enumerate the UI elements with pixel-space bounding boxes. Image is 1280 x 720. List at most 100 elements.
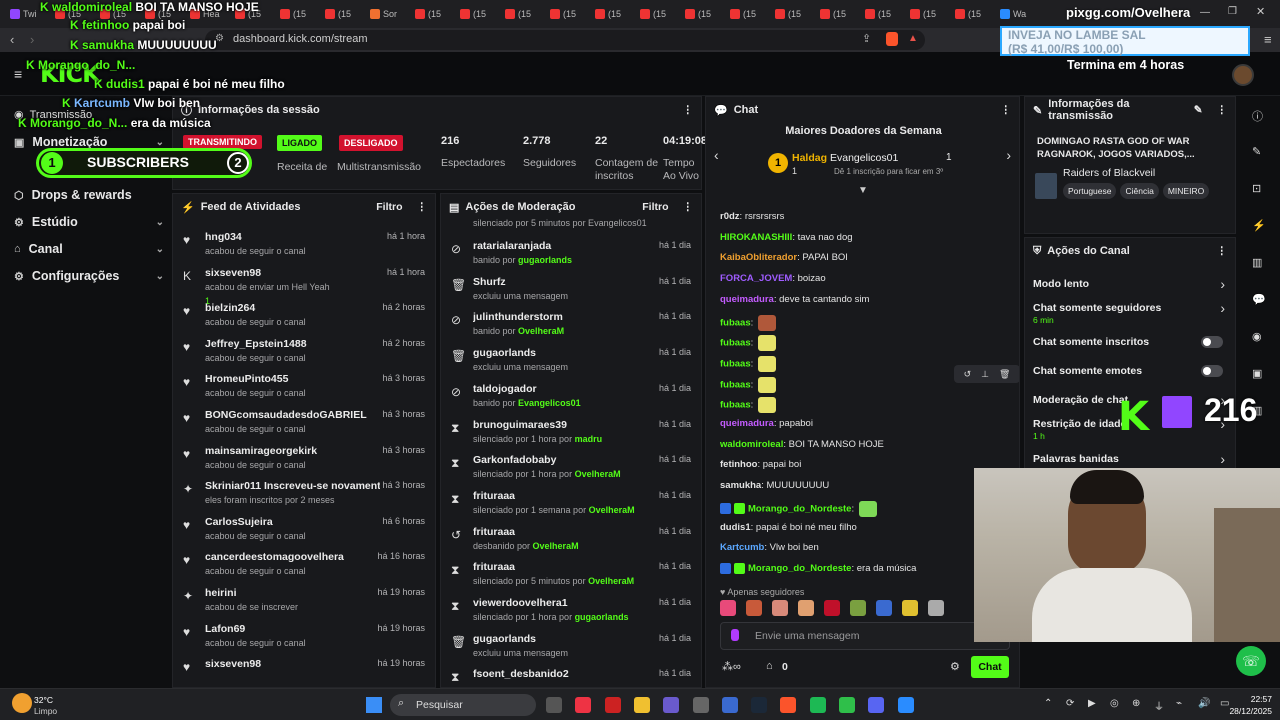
chat-username[interactable]: queimadura [720, 418, 774, 429]
mod-item-moderator[interactable]: OvelheraM [575, 469, 621, 479]
channel-action-row[interactable]: Chat somente seguidores 6 min › [1025, 300, 1235, 325]
activity-feed-item[interactable]: ✦ Skriniar011 Inscreveu-se novamente! eles… [173, 476, 435, 512]
mod-action-item[interactable]: ⊘ julinthunderstorm banido por OvelheraM há… [441, 307, 701, 343]
status-badge-off[interactable]: DESLIGADO [339, 135, 403, 151]
mod-item-moderator[interactable]: Evangelicos01 [518, 398, 581, 408]
taskbar-app-icon[interactable] [721, 697, 738, 713]
mod-item-moderator[interactable]: OvelheraM [589, 505, 635, 515]
chat-username[interactable]: KaibaObliterador [720, 252, 797, 263]
chat-message[interactable]: HIROKANASHIII: tava nao dog [720, 232, 853, 243]
more-options-icon[interactable]: ⋮ [683, 201, 694, 213]
stream-tag[interactable]: Ciência [1120, 183, 1159, 199]
browser-tab[interactable]: (15 [544, 3, 589, 25]
activity-feed-item[interactable]: ♥ BONGcomsaudadesdoGABRIEL acabou de segui… [173, 405, 435, 441]
mod-item-moderator[interactable]: OvelheraM [533, 541, 579, 551]
taskbar-app-icon[interactable] [663, 697, 680, 713]
chat-username[interactable]: fubaas [720, 317, 751, 328]
mod-item-moderator[interactable]: gugaorlands [575, 612, 629, 622]
taskbar-app-icon[interactable] [839, 697, 855, 713]
activity-feed-item[interactable]: ✦ heirini acabou de se inscrever há 19 hora… [173, 583, 435, 619]
mod-item-moderator[interactable]: OvelheraM [588, 576, 634, 586]
chat-username[interactable]: Morango_do_Nordeste [748, 563, 851, 574]
browser-tab[interactable]: (15 [409, 3, 454, 25]
activity-feed-item[interactable]: ♥ bielzin264 acabou de seguir o canal há 2 … [173, 298, 435, 334]
activity-feed-item[interactable]: ♥ CarlosSujeira acabou de seguir o canal há… [173, 512, 435, 548]
edit-icon[interactable]: ✎ [1194, 104, 1203, 116]
window-restore-icon[interactable]: ❐ [1228, 6, 1237, 17]
activity-feed-item[interactable]: ♥ Jeffrey_Epstein1488 acabou de seguir o c… [173, 334, 435, 370]
avatar[interactable] [1232, 64, 1254, 86]
rail-action-icon[interactable]: ✎ [1252, 145, 1261, 158]
sidebar-item-canal[interactable]: ⌂ Canal ⌄ [14, 242, 164, 256]
channel-action-row[interactable]: Chat somente emotes [1025, 365, 1235, 387]
more-options-icon[interactable]: ⋮ [1217, 245, 1228, 257]
hamburger-menu-icon[interactable]: ≡ [14, 66, 22, 82]
chat-message[interactable]: r0dz: rsrsrsrsrs [720, 211, 784, 222]
taskbar-app-icon[interactable] [546, 697, 562, 713]
chat-username[interactable]: HIROKANASHIII [720, 232, 792, 243]
tray-icon[interactable]: ◎ [1110, 698, 1119, 709]
rail-action-icon[interactable]: ◉ [1252, 330, 1262, 343]
taskbar-app-icon[interactable] [780, 697, 797, 713]
rail-action-icon[interactable]: 💬 [1252, 293, 1266, 306]
carousel-next-icon[interactable]: › [1006, 147, 1011, 163]
reply-icon[interactable]: ↺ [964, 369, 972, 380]
infinity-icon[interactable]: ⁂∞ [722, 660, 741, 673]
tray-icon[interactable]: ▶ [1088, 698, 1096, 709]
feed-filter-button[interactable]: Filtro [376, 201, 402, 213]
mod-action-item[interactable]: 🗑 Shurfz excluiu uma mensagem há 1 dia [441, 272, 701, 308]
activity-feed-item[interactable]: ♥ HromeuPinto455 acabou de seguir o canal h… [173, 369, 435, 405]
browser-tab[interactable]: (15 [724, 3, 769, 25]
chat-message[interactable]: Morango_do_Nordeste: [720, 500, 877, 517]
browser-menu-icon[interactable]: ≡ [1264, 32, 1272, 47]
stream-tag[interactable]: MINEIRO [1162, 183, 1210, 199]
chat-username[interactable]: FORCA_JOVEM [720, 273, 792, 284]
pin-icon[interactable]: ▼ [858, 185, 868, 196]
more-options-icon[interactable]: ⋮ [683, 104, 694, 116]
more-options-icon[interactable]: ⋮ [1217, 104, 1228, 116]
mod-action-item[interactable]: ↺ frituraaa desbanido por OvelheraM há 1 di… [441, 522, 701, 558]
chat-message[interactable]: queimadura: deve ta cantando sim [720, 294, 869, 305]
chat-username[interactable]: samukha [720, 480, 761, 491]
chat-message[interactable]: fubaas: [720, 335, 776, 352]
sidebar-item-monetiza-o[interactable]: ▣ Monetização ⌄ [14, 135, 164, 149]
tray-icon[interactable]: ⟳ [1066, 698, 1074, 709]
mod-action-item[interactable]: ⧗ fsoent_desbanido2 há 1 dia [441, 664, 701, 687]
chat-message[interactable]: samukha: MUUUUUUUU [720, 480, 829, 491]
activity-feed-item[interactable]: ♥ sixseven98 há 19 horas [173, 654, 435, 687]
emote-icon[interactable] [876, 600, 892, 616]
donor-1-name[interactable]: Haldag [792, 152, 827, 164]
pin-message-icon[interactable]: ⊥ [981, 369, 989, 380]
taskbar-app-icon[interactable] [575, 697, 592, 713]
browser-tab[interactable]: (15 [904, 3, 949, 25]
more-options-icon[interactable]: ⋮ [417, 201, 428, 213]
chat-username[interactable]: fubaas [720, 379, 751, 390]
url-input[interactable]: ⚙ dashboard.kick.com/stream [205, 30, 925, 50]
rail-action-icon[interactable]: ▥ [1252, 256, 1262, 269]
chat-username[interactable]: dudis1 [720, 522, 751, 533]
forward-icon[interactable]: › [30, 32, 34, 47]
back-icon[interactable]: ‹ [10, 32, 14, 47]
carousel-prev-icon[interactable]: ‹ [714, 147, 719, 163]
browser-tab[interactable]: (15 [589, 3, 634, 25]
browser-tab[interactable]: (15 [274, 3, 319, 25]
taskbar-app-icon[interactable] [868, 697, 885, 713]
chat-message[interactable]: dudis1: papai é boi né meu filho [720, 522, 857, 533]
mod-action-item[interactable]: 🗑 gugaorlands excluiu uma mensagem há 1 dia [441, 343, 701, 379]
browser-tab[interactable]: Sor [364, 3, 409, 25]
chat-message[interactable]: Morango_do_Nordeste: era da música [720, 562, 916, 574]
mod-item-moderator[interactable]: gugaorlands [518, 255, 572, 265]
support-chat-icon[interactable]: ☏ [1236, 646, 1266, 676]
send-chat-button[interactable]: Chat [971, 656, 1009, 678]
channel-action-row[interactable]: Palavras banidas › [1025, 451, 1235, 468]
taskbar-app-icon[interactable] [633, 697, 650, 713]
mod-action-item[interactable]: 🗑 gugaorlands excluiu uma mensagem há 1 dia [441, 629, 701, 665]
toggle-switch[interactable] [1201, 336, 1223, 348]
chat-username[interactable]: fubaas [720, 338, 751, 349]
activity-feed-item[interactable]: ♥ hng034 acabou de seguir o canal há 1 hora [173, 227, 435, 263]
chat-input[interactable]: Envie uma mensagem [720, 622, 1010, 650]
emote-icon[interactable] [824, 600, 840, 616]
chat-username[interactable]: r0dz [720, 211, 740, 222]
chat-username[interactable]: Kartcumb [720, 542, 764, 553]
activity-feed-item[interactable]: ♥ mainsamirageorgekirk acabou de seguir o … [173, 441, 435, 477]
